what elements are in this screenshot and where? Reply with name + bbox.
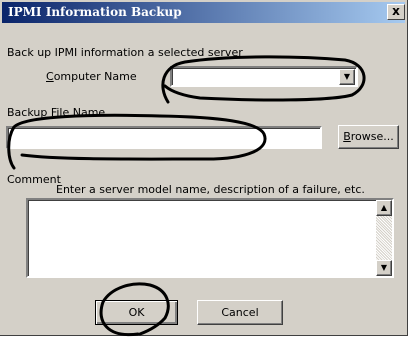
comment-scrollbar[interactable]: ▲ ▼: [376, 200, 392, 276]
ok-button[interactable]: OK: [95, 300, 178, 325]
browse-label-rest: rowse...: [350, 130, 394, 143]
close-button[interactable]: x: [387, 4, 405, 20]
comment-label: Comment: [7, 173, 61, 186]
computer-name-label-rest: omputer Name: [53, 70, 137, 83]
scroll-up-icon[interactable]: ▲: [376, 200, 392, 216]
browse-button[interactable]: Browse...: [338, 125, 399, 149]
computer-name-combobox[interactable]: ▼: [170, 66, 358, 87]
backup-file-input[interactable]: [6, 126, 322, 149]
title-bar[interactable]: IPMI Information Backup x: [2, 2, 405, 23]
intro-text: Back up IPMI information a selected serv…: [7, 46, 243, 59]
ipmi-backup-dialog: IPMI Information Backup x Back up IPMI i…: [0, 0, 408, 336]
window-title: IPMI Information Backup: [8, 5, 182, 19]
computer-name-accel: C: [46, 70, 54, 83]
cancel-button[interactable]: Cancel: [197, 300, 283, 325]
computer-name-label: Computer Name: [46, 70, 137, 83]
scroll-down-icon[interactable]: ▼: [376, 260, 392, 276]
comment-hint: Enter a server model name, description o…: [56, 183, 365, 196]
browse-accel: B: [343, 130, 351, 143]
comment-textarea[interactable]: ▲ ▼: [26, 198, 394, 278]
backup-file-label: Backup File Name: [7, 106, 106, 119]
dropdown-arrow-icon[interactable]: ▼: [339, 69, 355, 85]
